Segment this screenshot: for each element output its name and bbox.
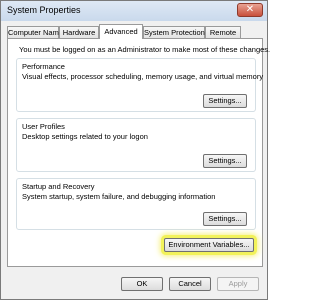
- close-button[interactable]: ✕: [237, 3, 263, 17]
- title-bar[interactable]: System Properties ✕: [1, 1, 267, 21]
- apply-button: Apply: [217, 277, 259, 291]
- window-title: System Properties: [7, 5, 81, 15]
- performance-settings-button[interactable]: Settings...: [203, 94, 247, 108]
- startup-recovery-title: Startup and Recovery: [22, 182, 95, 191]
- user-profiles-title: User Profiles: [22, 122, 65, 131]
- advanced-tab-panel: You must be logged on as an Administrato…: [7, 38, 270, 267]
- admin-note: You must be logged on as an Administrato…: [19, 45, 271, 54]
- user-profiles-description: Desktop settings related to your logon: [22, 132, 148, 141]
- environment-variables-button[interactable]: Environment Variables...: [164, 238, 254, 252]
- system-properties-window: System Properties ✕ Computer Name Hardwa…: [0, 0, 270, 300]
- tab-computer-name[interactable]: Computer Name: [7, 26, 63, 38]
- tab-advanced[interactable]: Advanced: [99, 24, 143, 39]
- tab-hardware[interactable]: Hardware: [59, 26, 99, 38]
- cancel-button[interactable]: Cancel: [169, 277, 211, 291]
- tab-remote[interactable]: Remote: [205, 26, 241, 38]
- performance-group: Performance Visual effects, processor sc…: [16, 58, 263, 112]
- close-icon: ✕: [245, 4, 255, 15]
- ok-button[interactable]: OK: [121, 277, 163, 291]
- tab-strip: Computer Name Hardware Advanced System P…: [7, 24, 263, 39]
- tab-system-protection[interactable]: System Protection: [143, 26, 205, 38]
- startup-recovery-settings-button[interactable]: Settings...: [203, 212, 247, 226]
- startup-recovery-group: Startup and Recovery System startup, sys…: [16, 178, 256, 230]
- performance-description: Visual effects, processor scheduling, me…: [22, 72, 264, 81]
- startup-recovery-description: System startup, system failure, and debu…: [22, 192, 216, 201]
- performance-title: Performance: [22, 62, 65, 71]
- user-profiles-settings-button[interactable]: Settings...: [203, 154, 247, 168]
- user-profiles-group: User Profiles Desktop settings related t…: [16, 118, 256, 172]
